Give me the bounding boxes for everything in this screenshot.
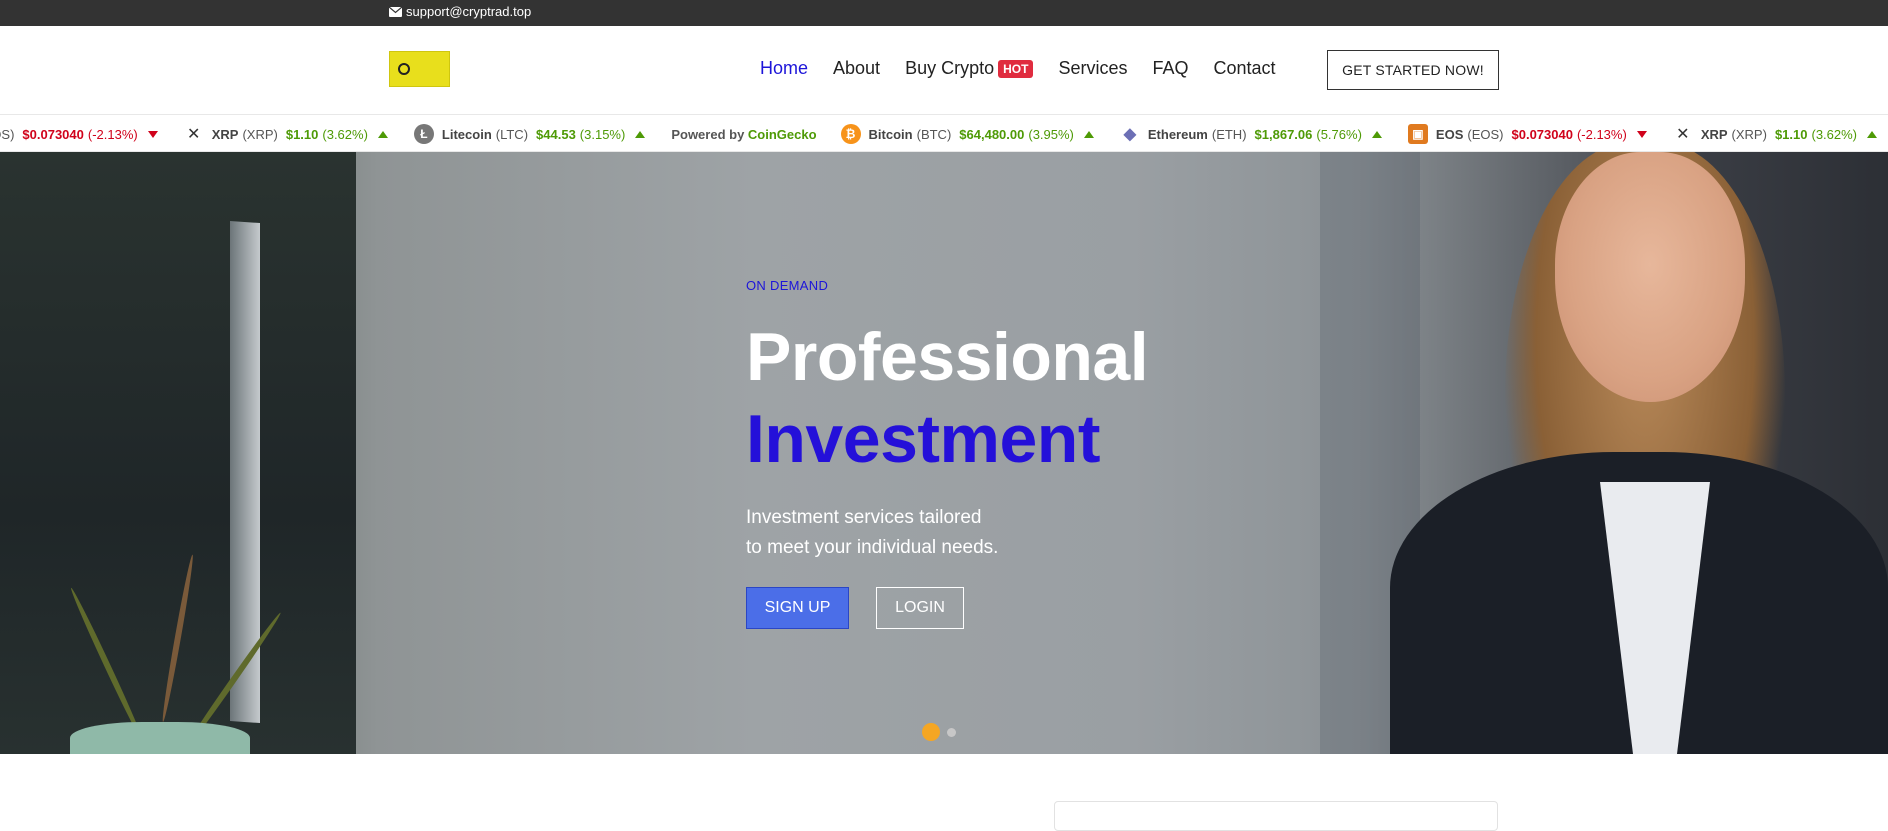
up-arrow-icon [1371,130,1382,138]
support-email-link[interactable]: support@cryptrad.top [389,4,531,19]
nav-home[interactable]: Home [760,58,808,79]
crypto-ticker: S (EOS) $0.073040 (-2.13%) ✕ XRP (XRP) $… [0,114,1888,152]
down-arrow-icon [147,130,158,138]
support-email-text: support@cryptrad.top [406,4,532,19]
hero-slider: ON DEMAND Professional Investment Invest… [0,152,1888,754]
nav-about[interactable]: About [833,58,880,79]
hero-subtitle: Investment services tailored to meet you… [746,507,999,558]
up-arrow-icon [1083,130,1094,138]
ticker-track: S (EOS) $0.073040 (-2.13%) ✕ XRP (XRP) $… [0,115,1888,151]
ticker-item-ethereum[interactable]: ◆ Ethereum (ETH) $1,867.06 (5.76%) [1120,124,1382,144]
bitcoin-icon: ₿ [840,124,861,144]
content-card [1054,801,1498,831]
slider-dot-active[interactable] [922,723,940,741]
hero-title-line1: Professional [746,319,1149,395]
powered-by-coingecko[interactable]: Powered by CoinGecko [671,127,816,142]
xrp-icon: ✕ [1676,126,1690,143]
sign-up-button[interactable]: SIGN UP [746,587,849,629]
envelope-icon [389,6,402,17]
hero-tagline: ON DEMAND [746,278,829,293]
ticker-item-xrp-2[interactable]: ✕ XRP (XRP) $1.10 (3.62%) [1673,124,1878,144]
ethereum-icon: ◆ [1123,126,1137,143]
up-arrow-icon [377,130,388,138]
up-arrow-icon [635,130,646,138]
nav-contact[interactable]: Contact [1214,58,1276,79]
up-arrow-icon [1867,130,1878,138]
login-button[interactable]: LOGIN [876,587,964,629]
get-started-button[interactable]: GET STARTED NOW! [1327,50,1499,90]
ticker-item-litecoin[interactable]: Ł Litecoin (LTC) $44.53 (3.15%) [413,124,646,144]
hero-person-photo [1390,152,1888,754]
xrp-icon: ✕ [187,126,201,143]
hot-badge: HOT [998,59,1034,78]
ticker-item-bitcoin[interactable]: ₿ Bitcoin (BTC) $64,480.00 (3.95%) [840,124,1094,144]
hero-title-line2: Investment [746,401,1101,477]
ticker-item-xrp[interactable]: ✕ XRP (XRP) $1.10 (3.62%) [184,124,388,144]
ticker-item-eos[interactable]: ▣ EOS (EOS) $0.073040 (-2.13%) [1407,124,1647,144]
nav-faq[interactable]: FAQ [1152,58,1188,79]
hero-content: ON DEMAND Professional Investment Invest… [746,278,1149,629]
logo-mark-icon [398,63,410,75]
nav-services[interactable]: Services [1058,58,1127,79]
site-header: Home About Buy Crypto HOT Services FAQ Co… [0,26,1888,114]
ticker-item-eos-partial[interactable]: S (EOS) $0.073040 (-2.13%) [0,127,158,142]
nav-buy-crypto[interactable]: Buy Crypto HOT [905,58,1034,79]
hero-background-office [0,152,356,754]
eos-icon: ▣ [1407,124,1428,144]
slider-dot[interactable] [947,727,956,737]
litecoin-icon: Ł [413,124,434,144]
down-arrow-icon [1636,130,1647,138]
site-logo[interactable] [389,51,450,87]
plant-pot [70,722,250,754]
slider-dots [922,723,956,741]
hero-buttons: SIGN UP LOGIN [746,587,1148,629]
main-nav: Home About Buy Crypto HOT Services FAQ Co… [760,58,1301,79]
top-bar: support@cryptrad.top [0,0,1888,26]
